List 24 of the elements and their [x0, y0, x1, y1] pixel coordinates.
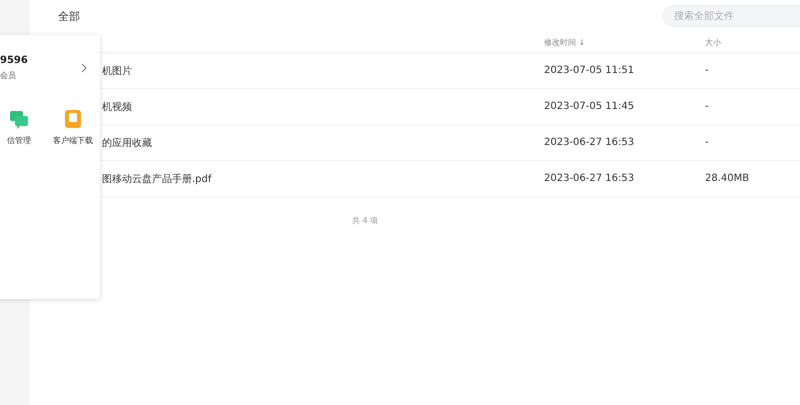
file-size: -	[705, 137, 710, 148]
shortcut-label[interactable]: 信管理	[7, 135, 31, 146]
file-name[interactable]: 机图片	[102, 64, 544, 78]
modified-time: 2023-07-05 11:51	[544, 65, 636, 76]
chevron-icon[interactable]	[80, 63, 88, 73]
modified-time: 2023-06-27 16:53	[544, 137, 636, 148]
file-size: 28.40MB	[705, 173, 750, 184]
membership-label: 会员	[0, 70, 17, 81]
shortcut-label[interactable]: 客户端下载	[53, 135, 93, 146]
chat-icon	[9, 109, 29, 129]
file-name[interactable]: 的应用收藏	[102, 136, 544, 150]
modified-time: 2023-06-27 16:53	[544, 173, 636, 184]
search-field[interactable]: 搜索全部文件	[662, 5, 800, 27]
column-header[interactable]: 修改时间 ↓	[544, 36, 705, 48]
modified-time: 2023-07-05 11:45	[544, 101, 636, 112]
account-name: 9596	[0, 55, 28, 66]
item-count: 共 4 项	[352, 216, 378, 225]
column-header[interactable]: 大小	[705, 36, 800, 48]
device-icon	[63, 109, 83, 129]
file-name[interactable]: 机视频	[102, 100, 544, 114]
file-size: -	[705, 101, 710, 112]
file-size: -	[705, 65, 710, 76]
folder-title: 全部	[58, 8, 80, 24]
file-name[interactable]: 图移动云盘产品手册.pdf	[102, 172, 544, 186]
